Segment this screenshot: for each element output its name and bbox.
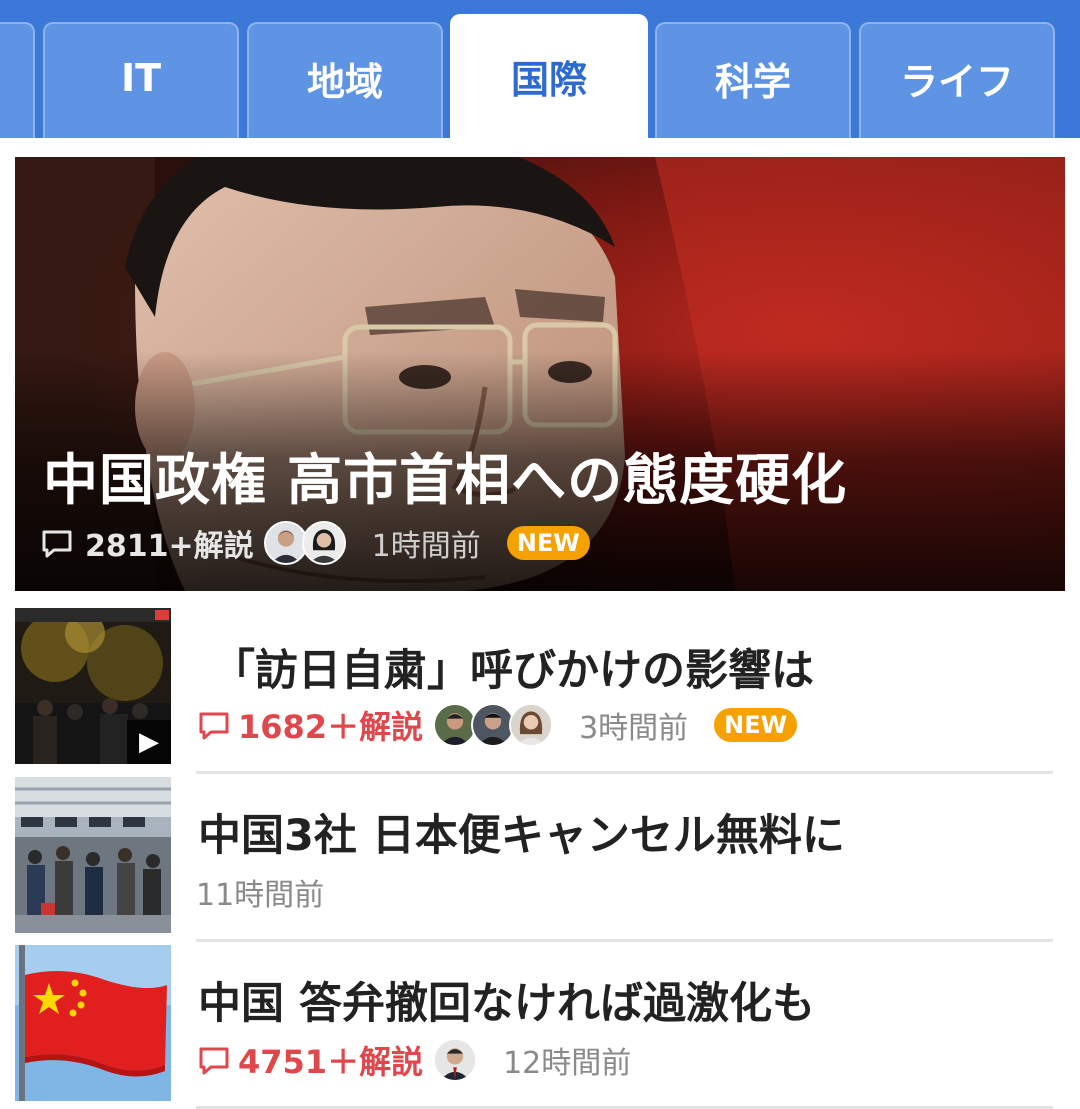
article-meta: 4751＋解説 12時間前	[196, 1037, 631, 1083]
avatar	[509, 703, 554, 747]
hero-meta: 2811+解説 1時間前 NEW	[39, 521, 590, 565]
category-tab-bar: IT 地域 国際 科学 ライフ	[0, 0, 1080, 138]
tab-region-label: 地域	[306, 59, 383, 104]
article-meta: 11時間前	[196, 869, 324, 915]
tab-previous[interactable]	[0, 22, 35, 138]
commentator-avatars[interactable]	[433, 703, 554, 747]
commentator-avatars[interactable]	[263, 521, 346, 565]
divider	[196, 939, 1053, 942]
tab-life[interactable]: ライフ	[859, 22, 1055, 138]
tab-international-label: 国際	[510, 57, 587, 102]
divider	[196, 771, 1053, 774]
timestamp: 12時間前	[503, 1046, 632, 1081]
comment-count[interactable]: 4751＋解説	[238, 1037, 423, 1083]
tab-it-label: IT	[120, 56, 162, 100]
hero-article[interactable]: 中国政権 高市首相への態度硬化 2811+解説 1時間前 NEW	[15, 157, 1065, 591]
new-badge: NEW	[714, 708, 798, 742]
new-badge: NEW	[506, 526, 590, 560]
timestamp: 1時間前	[371, 529, 481, 564]
hero-title[interactable]: 中国政権 高市首相への態度硬化	[43, 435, 847, 515]
tab-life-label: ライフ	[899, 59, 1014, 104]
timestamp: 3時間前	[579, 711, 689, 746]
tab-it[interactable]: IT	[43, 22, 239, 138]
list-item[interactable]: ▶ 「訪日自粛」呼びかけの影響は 1682＋解説 3時間前 NEW	[0, 608, 1080, 768]
tab-international[interactable]: 国際	[450, 14, 648, 138]
article-meta: 1682＋解説 3時間前 NEW	[196, 702, 798, 748]
timestamp: 11時間前	[196, 878, 325, 913]
list-item[interactable]: 中国3社 日本便キャンセル無料に 11時間前	[0, 777, 1080, 937]
avatar	[433, 1038, 478, 1082]
avatar	[301, 521, 346, 565]
comment-icon	[196, 1042, 232, 1078]
article-title[interactable]: 中国 答弁撤回なければ過激化も	[198, 969, 815, 1031]
night-crowd-photo: ▶	[15, 608, 171, 764]
comment-count[interactable]: 1682＋解説	[238, 702, 423, 748]
airport-crowd-photo	[15, 777, 171, 933]
article-title[interactable]: 「訪日自粛」呼びかけの影響は	[212, 636, 814, 698]
tab-science[interactable]: 科学	[655, 22, 851, 138]
list-item[interactable]: 中国 答弁撤回なければ過激化も 4751＋解説 12時間前	[0, 945, 1080, 1105]
comment-icon	[196, 707, 232, 743]
china-flag-photo	[15, 945, 171, 1101]
tab-region[interactable]: 地域	[247, 22, 443, 138]
tab-science-label: 科学	[714, 59, 791, 104]
comment-count[interactable]: 2811+解説	[85, 521, 254, 565]
comment-icon	[39, 525, 75, 561]
play-icon: ▶	[127, 720, 171, 764]
article-title[interactable]: 中国3社 日本便キャンセル無料に	[198, 801, 845, 863]
commentator-avatars[interactable]	[433, 1038, 478, 1082]
